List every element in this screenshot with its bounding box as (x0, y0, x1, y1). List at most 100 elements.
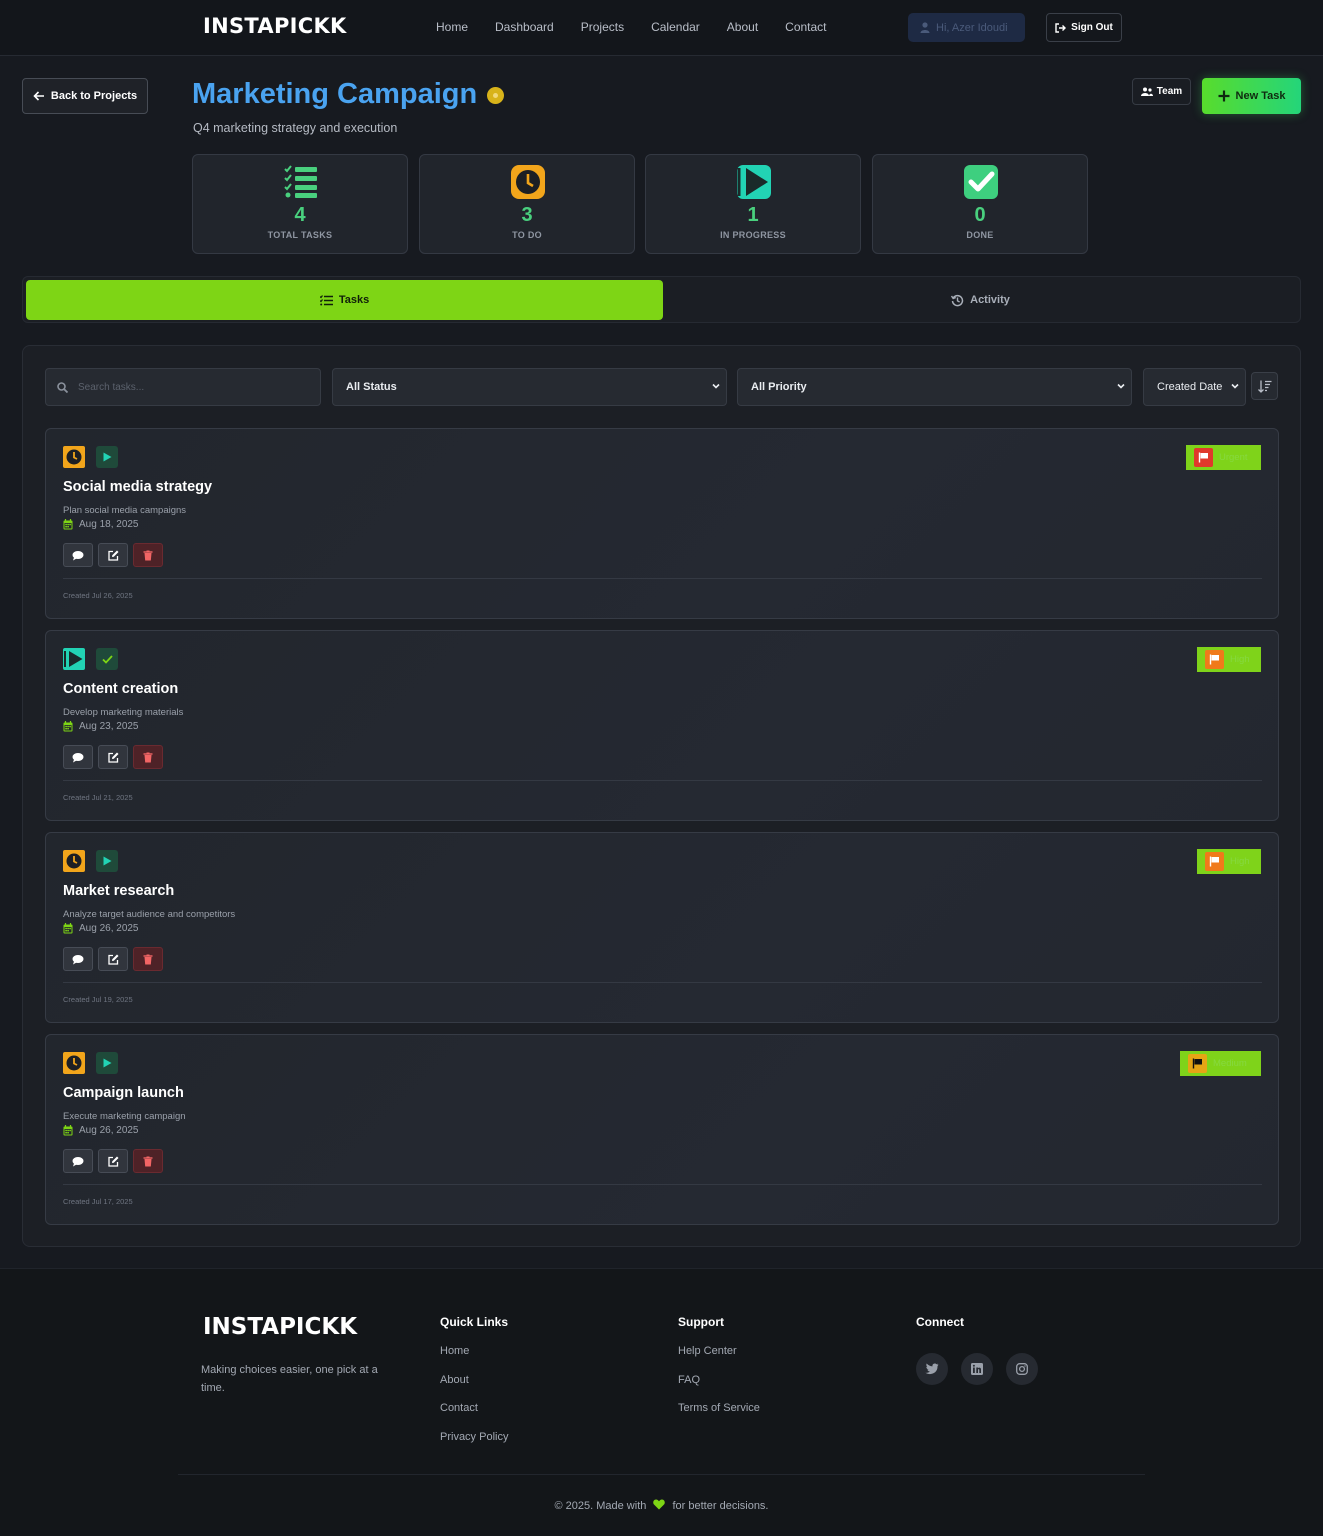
comment-button[interactable] (63, 745, 93, 769)
quick-links-title: Quick Links (440, 1315, 509, 1329)
tab-activity[interactable]: Activity (663, 280, 1298, 320)
view-tabs: Tasks Activity (22, 276, 1301, 323)
priority-label: Urgent (1219, 452, 1248, 463)
edit-button[interactable] (98, 1149, 128, 1173)
complete-task-button[interactable] (96, 648, 118, 670)
heart-icon (653, 1499, 666, 1510)
nav-link-about[interactable]: About (727, 20, 758, 34)
linkedin-link[interactable] (961, 1353, 993, 1385)
flag-icon (1205, 852, 1224, 871)
footer-link-about[interactable]: About (440, 1374, 469, 1386)
footer-link-contact[interactable]: Contact (440, 1402, 478, 1414)
task-actions (63, 543, 163, 567)
footer-link-help-center[interactable]: Help Center (678, 1345, 737, 1357)
connect-title: Connect (916, 1315, 964, 1329)
task-created-date: Created Jul 17, 2025 (63, 1197, 133, 1206)
start-task-button[interactable] (96, 446, 118, 468)
edit-button[interactable] (98, 947, 128, 971)
divider (63, 780, 1262, 781)
footer-link-faq[interactable]: FAQ (678, 1374, 700, 1386)
task-card[interactable]: High Market research Analyze target audi… (45, 832, 1279, 1023)
task-card[interactable]: Urgent Social media strategy Plan social… (45, 428, 1279, 619)
comment-button[interactable] (63, 1149, 93, 1173)
support-title: Support (678, 1315, 724, 1329)
trash-icon (143, 752, 153, 762)
new-task-button[interactable]: New Task (1202, 78, 1301, 114)
check-icon (964, 165, 998, 199)
clock-icon (511, 165, 545, 199)
edit-icon (107, 550, 118, 561)
sort-direction-button[interactable] (1251, 372, 1278, 400)
task-due-date-text: Aug 26, 2025 (79, 1125, 139, 1136)
clock-icon[interactable] (63, 446, 85, 468)
search-field[interactable] (45, 368, 321, 406)
task-panel: All Status All Priority Created Date Urg… (22, 345, 1301, 1247)
task-due-date: Aug 26, 2025 (63, 1125, 139, 1136)
divider (63, 982, 1262, 983)
nav-link-calendar[interactable]: Calendar (651, 20, 700, 34)
tab-tasks[interactable]: Tasks (26, 280, 663, 320)
comment-button[interactable] (63, 947, 93, 971)
copyright-text-end: for better decisions. (672, 1500, 769, 1512)
delete-button[interactable] (133, 1149, 163, 1173)
task-title: Campaign launch (63, 1085, 184, 1101)
footer-link-privacy-policy[interactable]: Privacy Policy (440, 1431, 508, 1443)
footer-brand-logo: INSTAPICKK (203, 1314, 358, 1340)
edit-icon (107, 752, 118, 763)
nav-link-contact[interactable]: Contact (785, 20, 826, 34)
stat-value: 3 (521, 204, 533, 226)
divider (63, 578, 1262, 579)
task-title: Content creation (63, 681, 179, 697)
footer-tagline: Making choices easier, one pick at a tim… (201, 1364, 378, 1394)
play-icon[interactable] (63, 648, 85, 670)
delete-button[interactable] (133, 947, 163, 971)
footer-link-home[interactable]: Home (440, 1345, 469, 1357)
status-filter-select[interactable]: All Status (332, 368, 727, 406)
page-title: Marketing Campaign (192, 78, 478, 110)
tab-tasks-label: Tasks (338, 294, 370, 306)
navbar: INSTAPICKK Home Dashboard Projects Calen… (0, 0, 1323, 56)
calendar-icon (63, 721, 73, 732)
user-greeting[interactable]: Hi, Azer Idoudi (908, 13, 1025, 42)
edit-button[interactable] (98, 543, 128, 567)
clock-icon[interactable] (63, 1052, 85, 1074)
flag-icon (1205, 650, 1224, 669)
start-task-button[interactable] (96, 1052, 118, 1074)
comment-icon (72, 550, 84, 560)
sort-by-select[interactable]: Created Date (1143, 368, 1246, 406)
sign-out-icon (1055, 22, 1067, 33)
footer-divider (178, 1474, 1145, 1475)
brand-logo[interactable]: INSTAPICKK (203, 14, 347, 38)
delete-button[interactable] (133, 745, 163, 769)
sign-out-button[interactable]: Sign Out (1046, 13, 1122, 42)
chevron-down-icon (1117, 383, 1125, 389)
priority-filter-select[interactable]: All Priority (737, 368, 1132, 406)
user-greeting-text: Hi, Azer Idoudi (936, 21, 1008, 34)
stat-value: 4 (294, 204, 306, 226)
edit-button[interactable] (98, 745, 128, 769)
comment-button[interactable] (63, 543, 93, 567)
users-icon (1140, 87, 1153, 96)
nav-link-dashboard[interactable]: Dashboard (495, 20, 554, 34)
nav-link-home[interactable]: Home (436, 20, 468, 34)
nav-link-projects[interactable]: Projects (581, 20, 624, 34)
instagram-link[interactable] (1006, 1353, 1038, 1385)
task-card[interactable]: High Content creation Develop marketing … (45, 630, 1279, 821)
page-subtitle: Q4 marketing strategy and execution (193, 121, 398, 135)
start-task-button[interactable] (96, 850, 118, 872)
priority-filter-value: All Priority (751, 381, 807, 393)
stat-card-to-do: 3 TO DO (419, 154, 635, 254)
stat-label: TO DO (512, 230, 542, 240)
team-button[interactable]: Team (1132, 78, 1191, 105)
footer-link-terms[interactable]: Terms of Service (678, 1402, 760, 1414)
back-to-projects-button[interactable]: Back to Projects (22, 78, 148, 114)
calendar-icon (63, 923, 73, 934)
twitter-link[interactable] (916, 1353, 948, 1385)
task-due-date-text: Aug 26, 2025 (79, 923, 139, 934)
search-input[interactable] (78, 381, 298, 393)
clock-icon[interactable] (63, 850, 85, 872)
delete-button[interactable] (133, 543, 163, 567)
calendar-icon (63, 1125, 73, 1136)
stat-label: IN PROGRESS (720, 230, 786, 240)
task-card[interactable]: Medium Campaign launch Execute marketing… (45, 1034, 1279, 1225)
